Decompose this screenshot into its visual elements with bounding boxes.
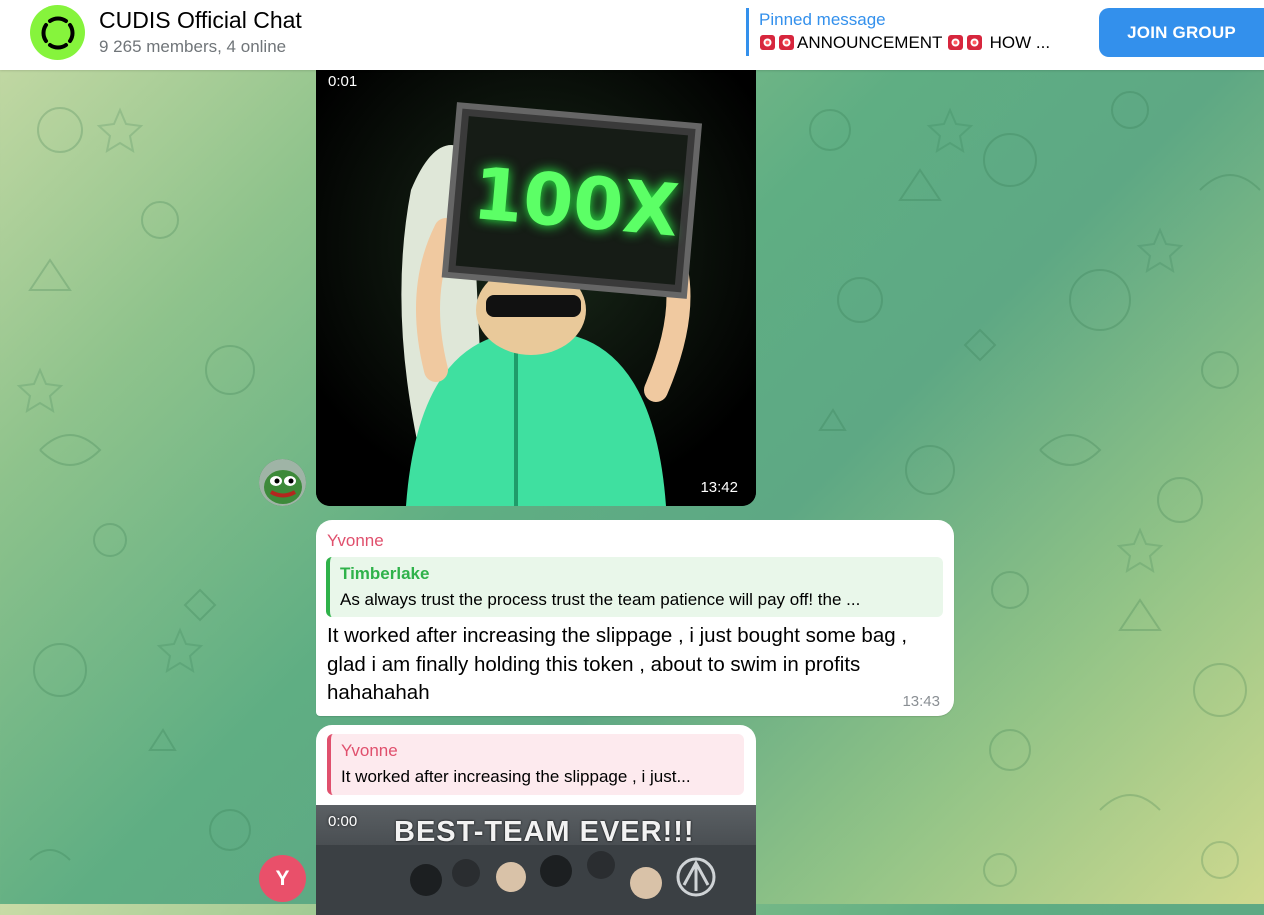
message-sender[interactable]: Yvonne (327, 531, 384, 551)
siren-icon (947, 34, 964, 51)
message-time: 13:42 (700, 479, 738, 496)
pinned-text-part1: ANNOUNCEMENT (797, 33, 943, 52)
siren-icon (966, 34, 983, 51)
message-time: 13:43 (902, 693, 940, 710)
reply-sender: Timberlake (340, 564, 430, 583)
siren-icon (759, 34, 776, 51)
chat-header: CUDIS Official Chat 9 265 members, 4 onl… (0, 0, 1264, 70)
video-duration: 0:00 (328, 813, 358, 830)
chat-title[interactable]: CUDIS Official Chat (99, 7, 302, 34)
reply-text: It worked after increasing the slippage … (341, 767, 691, 786)
pinned-message-text: ANNOUNCEMENT HOW ... (759, 33, 1079, 53)
text-message[interactable]: Yvonne Timberlake As always trust the pr… (316, 520, 954, 716)
siren-icon (778, 34, 795, 51)
reply-preview[interactable]: Yvonne It worked after increasing the sl… (327, 734, 744, 795)
join-group-button[interactable]: JOIN GROUP (1099, 8, 1264, 57)
chat-avatar[interactable] (30, 5, 85, 60)
video-thumbnail[interactable]: BEST-TEAM EVER!!! 0:00 (316, 805, 756, 915)
message-text: It worked after increasing the slippage … (327, 624, 908, 704)
chat-member-count: 9 265 members, 4 online (99, 37, 287, 56)
video-thumbnail (316, 70, 756, 506)
video-caption: BEST-TEAM EVER!!! (394, 816, 695, 848)
reply-text: As always trust the process trust the te… (340, 590, 861, 609)
video-message[interactable]: 100X 0:01 13:42 (316, 70, 756, 506)
reply-sender: Yvonne (341, 741, 398, 760)
pinned-message-label: Pinned message (759, 10, 886, 29)
pinned-message[interactable]: Pinned message ANNOUNCEMENT HOW ... (746, 8, 1086, 56)
video-duration: 0:01 (328, 73, 358, 90)
reply-preview[interactable]: Timberlake As always trust the process t… (326, 557, 943, 617)
cudis-logo-icon (40, 15, 75, 50)
user-avatar[interactable]: Y (259, 855, 306, 902)
video-reply-message[interactable]: Yvonne It worked after increasing the sl… (316, 725, 756, 915)
pepe-avatar-icon[interactable] (259, 459, 306, 506)
pinned-text-part2: HOW ... (989, 33, 1051, 52)
